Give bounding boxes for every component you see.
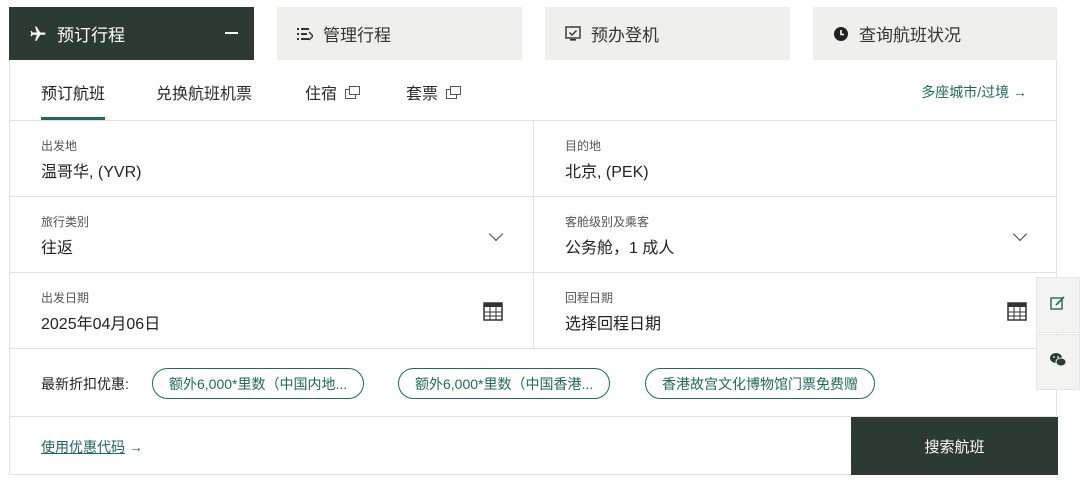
return-date-value: 选择回程日期 bbox=[565, 316, 662, 333]
promo-chip[interactable]: 香港故宫文化博物馆门票免费赠 bbox=[645, 368, 875, 399]
checkin-icon bbox=[565, 25, 581, 42]
tab-book-trip-label: 预订行程 bbox=[57, 26, 125, 45]
trip-type-value: 往返 bbox=[41, 240, 74, 257]
plane-icon bbox=[29, 25, 47, 43]
promo-chip[interactable]: 额外6,000*里数（中国内地... bbox=[152, 368, 365, 399]
promo-code-label: 使用优惠代码 bbox=[41, 439, 125, 455]
trip-options-row: 旅行类别 往返 客舱级别及乘客 公务舱，1 成人 bbox=[10, 197, 1056, 273]
booking-panel: 预订航班 兑换航班机票 住宿 套票 多座城市/过境 → 出发地 温哥华, (YV… bbox=[9, 60, 1058, 475]
wechat-button[interactable] bbox=[1036, 334, 1080, 390]
cabin-label: 客舱级别及乘客 bbox=[565, 215, 650, 229]
multi-city-link[interactable]: 多座城市/过境 → bbox=[921, 82, 1027, 102]
trip-type-label: 旅行类别 bbox=[41, 215, 90, 229]
external-link-icon bbox=[345, 86, 361, 99]
calendar-icon[interactable] bbox=[1007, 302, 1027, 326]
depart-date-field[interactable]: 出发日期 2025年04月06日 bbox=[10, 273, 534, 348]
sub-tab-package[interactable]: 套票 bbox=[406, 80, 462, 104]
feedback-button[interactable] bbox=[1036, 277, 1080, 333]
chevron-down-icon bbox=[1012, 226, 1028, 242]
edit-icon bbox=[1050, 295, 1066, 316]
list-icon bbox=[297, 27, 313, 41]
tab-manage-trip[interactable]: 管理行程 bbox=[277, 7, 522, 60]
trip-type-select[interactable]: 旅行类别 往返 bbox=[10, 197, 534, 272]
tab-flight-status[interactable]: 查询航班状况 bbox=[813, 7, 1057, 60]
active-tab-underline bbox=[41, 117, 106, 120]
sub-tab-redeem[interactable]: 兑换航班机票 bbox=[156, 80, 252, 104]
tab-checkin-label: 预办登机 bbox=[591, 26, 659, 45]
cabin-value: 公务舱，1 成人 bbox=[565, 240, 675, 257]
sub-tab-book-flight-label: 预订航班 bbox=[41, 86, 106, 103]
destination-label: 目的地 bbox=[565, 139, 602, 153]
external-link-icon bbox=[446, 86, 462, 99]
promo-row: 最新折扣优惠: 额外6,000*里数（中国内地... 额外6,000*里数（中国… bbox=[10, 349, 1056, 417]
origin-field[interactable]: 出发地 温哥华, (YVR) bbox=[10, 121, 534, 196]
sub-tab-hotel[interactable]: 住宿 bbox=[305, 80, 361, 104]
destination-field[interactable]: 目的地 北京, (PEK) bbox=[534, 121, 1057, 196]
tab-manage-trip-label: 管理行程 bbox=[323, 26, 391, 45]
calendar-icon[interactable] bbox=[483, 302, 503, 326]
search-flights-button[interactable]: 搜索航班 bbox=[851, 417, 1058, 475]
chevron-down-icon bbox=[488, 226, 504, 242]
sub-tab-book-flight[interactable]: 预订航班 bbox=[41, 80, 106, 120]
tab-book-trip[interactable]: 预订行程 bbox=[9, 7, 254, 60]
tab-flight-status-label: 查询航班状况 bbox=[859, 26, 961, 45]
top-tab-bar: 预订行程 管理行程 预办登机 查询航班状况 bbox=[9, 7, 1057, 60]
return-date-field[interactable]: 回程日期 选择回程日期 bbox=[534, 273, 1057, 348]
cabin-passenger-select[interactable]: 客舱级别及乘客 公务舱，1 成人 bbox=[534, 197, 1057, 272]
collapse-icon[interactable] bbox=[225, 32, 238, 34]
promo-chip[interactable]: 额外6,000*里数（中国香港... bbox=[398, 368, 611, 399]
origin-label: 出发地 bbox=[41, 139, 78, 153]
origin-value: 温哥华, (YVR) bbox=[41, 164, 142, 181]
promo-label: 最新折扣优惠: bbox=[41, 376, 129, 392]
destination-value: 北京, (PEK) bbox=[565, 164, 649, 181]
route-row: 出发地 温哥华, (YVR) 目的地 北京, (PEK) bbox=[10, 121, 1056, 197]
sub-tab-redeem-label: 兑换航班机票 bbox=[156, 86, 253, 103]
sub-tab-hotel-label: 住宿 bbox=[305, 86, 338, 103]
wechat-icon bbox=[1049, 352, 1067, 373]
depart-date-label: 出发日期 bbox=[41, 291, 90, 305]
tab-checkin[interactable]: 预办登机 bbox=[545, 7, 790, 60]
return-date-label: 回程日期 bbox=[565, 291, 614, 305]
sub-tab-package-label: 套票 bbox=[406, 86, 439, 103]
dates-row: 出发日期 2025年04月06日 回程日期 选择回程日期 bbox=[10, 273, 1056, 349]
clock-icon bbox=[833, 26, 849, 42]
arrow-right-icon: → bbox=[128, 439, 143, 455]
depart-date-value: 2025年04月06日 bbox=[41, 316, 161, 333]
promo-code-link[interactable]: 使用优惠代码 → bbox=[41, 437, 143, 457]
sub-tab-bar: 预订航班 兑换航班机票 住宿 套票 多座城市/过境 → bbox=[10, 60, 1056, 121]
